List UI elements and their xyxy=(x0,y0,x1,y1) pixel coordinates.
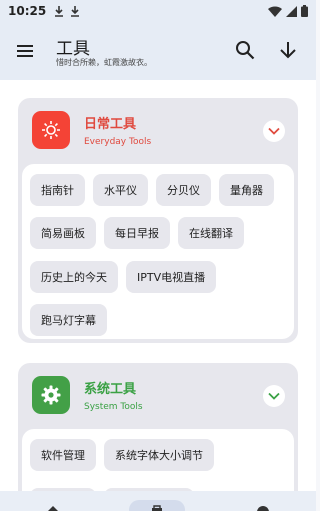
card-tools-grid: 软件管理 系统字体大小调节 xyxy=(22,429,294,491)
battery-icon xyxy=(301,5,308,17)
sun-icon xyxy=(42,121,60,139)
expand-button[interactable] xyxy=(263,385,285,407)
chevron-down-icon xyxy=(268,392,280,400)
page-subtitle: 惜时合所赖，虹霞激故衣。 xyxy=(56,58,152,67)
tool-online-translate[interactable]: 在线翻译 xyxy=(178,217,244,250)
status-time: 10:25 xyxy=(8,4,47,18)
tool-today-in-history[interactable]: 历史上的今天 xyxy=(30,260,118,293)
card-icon-bg xyxy=(32,376,70,414)
wifi-icon xyxy=(268,5,282,17)
search-icon[interactable] xyxy=(234,39,256,61)
tools-list[interactable]: 日常工具 Everyday Tools 指南针 水平仪 分贝仪 量角器 简易画板… xyxy=(0,80,316,491)
gear-icon xyxy=(41,385,61,405)
chevron-up-icon xyxy=(268,127,280,135)
download-icon xyxy=(55,6,64,17)
card-header[interactable]: 系统工具 System Tools xyxy=(18,363,298,427)
tool-compass[interactable]: 指南针 xyxy=(30,174,85,206)
tool-app-manager[interactable]: 软件管理 xyxy=(30,439,96,471)
status-notifications xyxy=(54,5,80,17)
cellular-icon xyxy=(286,5,297,17)
card-subtitle: Everyday Tools xyxy=(84,137,152,147)
status-bar: 10:25 xyxy=(0,0,316,22)
tool-decibel-meter[interactable]: 分贝仪 xyxy=(156,174,211,206)
card-everyday-tools: 日常工具 Everyday Tools 指南针 水平仪 分贝仪 量角器 简易画板… xyxy=(18,98,298,343)
profile-icon[interactable] xyxy=(256,505,270,511)
card-system-tools: 系统工具 System Tools 软件管理 系统字体大小调节 xyxy=(18,363,298,491)
card-header[interactable]: 日常工具 Everyday Tools xyxy=(18,98,298,162)
tool-iptv-live[interactable]: IPTV电视直播 xyxy=(126,260,217,293)
tools-icon[interactable] xyxy=(150,505,164,511)
menu-icon[interactable] xyxy=(14,40,36,62)
card-subtitle: System Tools xyxy=(84,402,143,412)
tool-daily-news[interactable]: 每日早报 xyxy=(104,217,170,250)
card-tools-grid: 指南针 水平仪 分贝仪 量角器 简易画板 每日早报 在线翻译 历史上的今天 IP… xyxy=(22,164,294,339)
tool-system-font-size[interactable]: 系统字体大小调节 xyxy=(104,439,214,471)
collapse-button[interactable] xyxy=(263,120,285,142)
card-icon-bg xyxy=(32,111,70,149)
tool-marquee-subtitle[interactable]: 跑马灯字幕 xyxy=(30,303,107,336)
home-icon[interactable] xyxy=(46,505,60,511)
tool-level[interactable]: 水平仪 xyxy=(93,174,148,206)
download-icon xyxy=(71,6,80,17)
bottom-navigation xyxy=(0,491,316,511)
card-title: 系统工具 xyxy=(84,382,137,397)
page-title: 工具 xyxy=(56,39,90,59)
tool-simple-drawing-board[interactable]: 简易画板 xyxy=(30,217,96,250)
download-arrow-icon[interactable] xyxy=(277,39,299,61)
app-bar: 工具 惜时合所赖，虹霞激故衣。 xyxy=(0,22,316,80)
tool-protractor[interactable]: 量角器 xyxy=(219,174,274,206)
card-title: 日常工具 xyxy=(84,117,137,132)
status-indicators xyxy=(268,5,308,17)
